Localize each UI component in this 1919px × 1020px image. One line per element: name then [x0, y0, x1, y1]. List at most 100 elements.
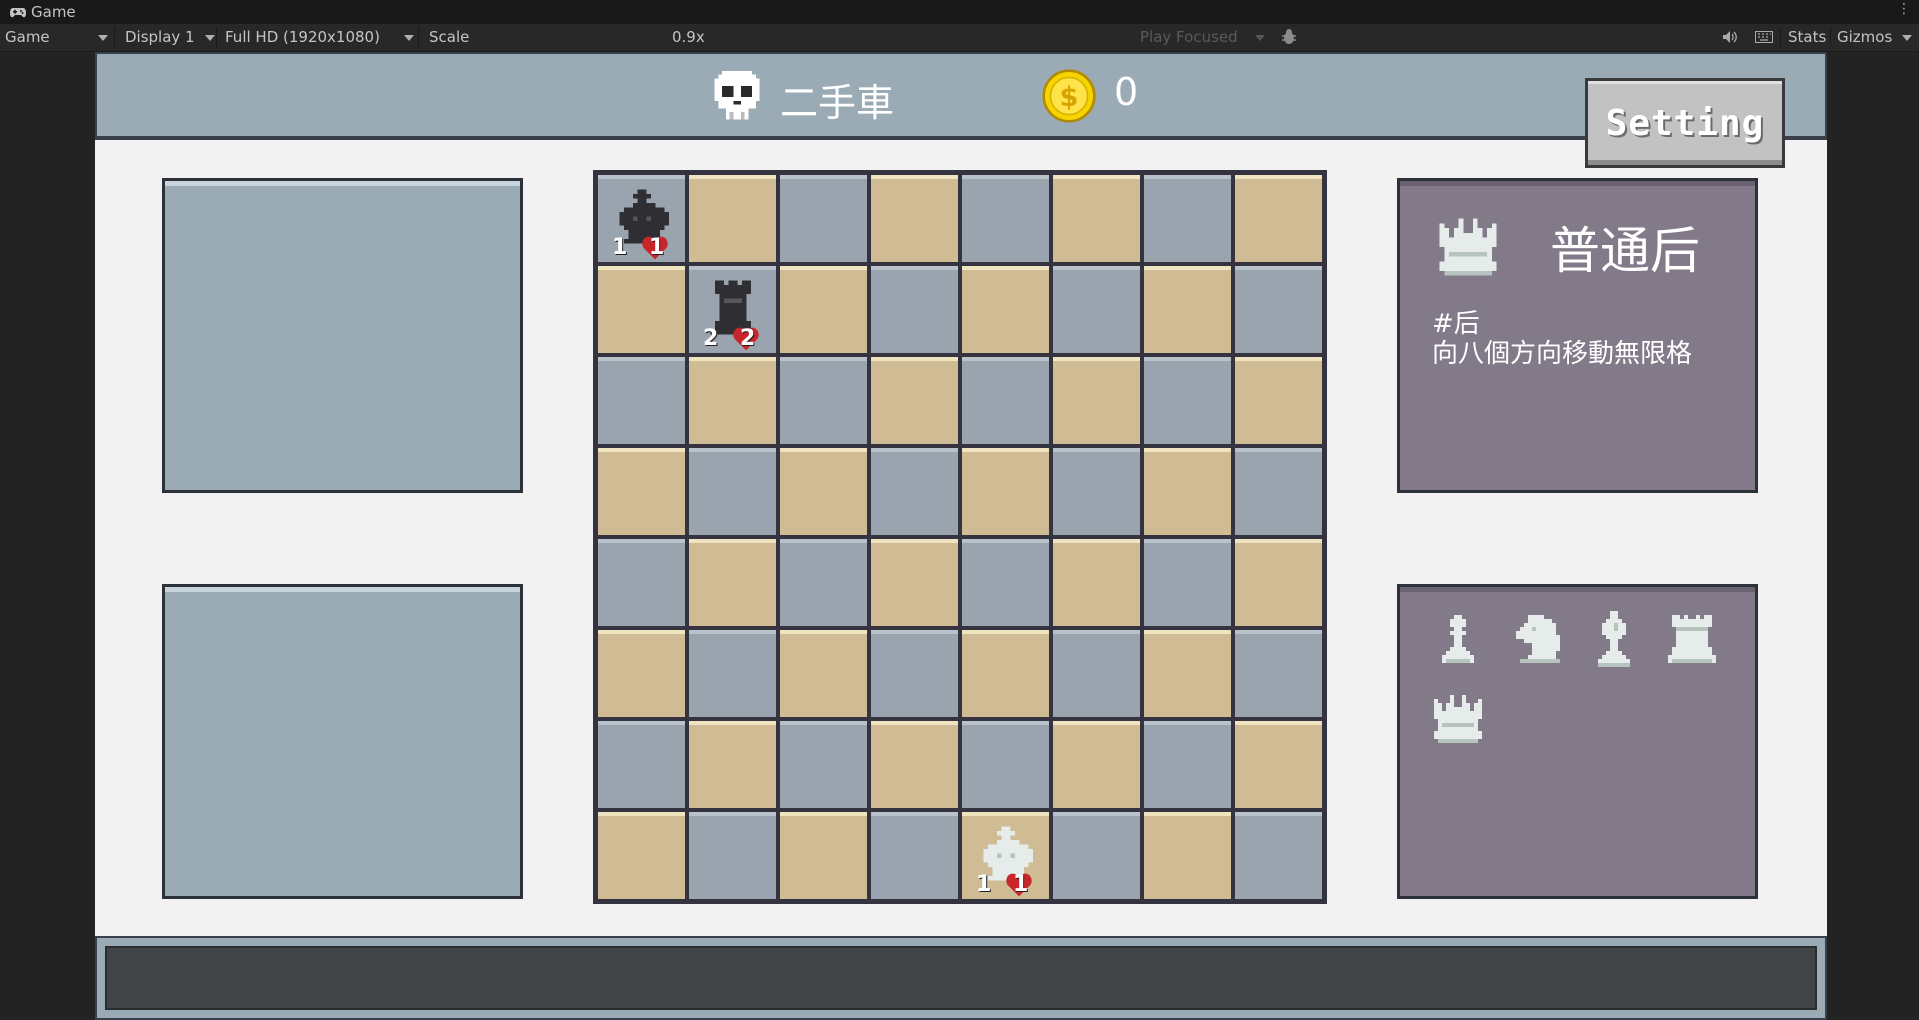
board-square[interactable]	[780, 812, 867, 899]
board-square[interactable]	[689, 448, 776, 535]
play-mode-dropdown[interactable]: Play Focused	[1140, 27, 1238, 47]
bug-icon[interactable]	[1280, 27, 1298, 47]
board-square[interactable]	[871, 630, 958, 717]
board-square[interactable]	[598, 812, 685, 899]
board-square[interactable]	[1144, 357, 1231, 444]
queen-icon[interactable]	[1426, 687, 1490, 751]
board-square[interactable]	[1235, 812, 1322, 899]
board-square[interactable]	[598, 357, 685, 444]
board-square[interactable]	[1053, 539, 1140, 626]
board-square[interactable]	[1144, 812, 1231, 899]
board-square[interactable]	[962, 630, 1049, 717]
board-square[interactable]	[871, 448, 958, 535]
keyboard-icon[interactable]	[1755, 27, 1773, 47]
board-square[interactable]	[962, 357, 1049, 444]
board-square[interactable]	[871, 175, 958, 262]
piece-info-title: 普通后	[1550, 222, 1700, 280]
board-square[interactable]	[1144, 448, 1231, 535]
bishop-icon[interactable]	[1582, 607, 1646, 671]
board-square[interactable]	[1235, 539, 1322, 626]
hp-value: 1	[1013, 872, 1029, 897]
game-viewport: 二手車 $ 0 Setting 112211 普通后 #后 向八個方向移動無限格	[95, 52, 1827, 1020]
board-square[interactable]	[780, 539, 867, 626]
skull-icon	[714, 70, 760, 120]
chevron-down-icon	[1902, 35, 1912, 41]
board-square[interactable]	[1053, 357, 1140, 444]
board-square[interactable]: 22	[689, 266, 776, 353]
play-mode-label: Play Focused	[1140, 28, 1238, 46]
gamepad-icon	[10, 7, 26, 17]
game-tab[interactable]: Game	[10, 3, 76, 21]
board-square[interactable]	[871, 812, 958, 899]
speaker-icon[interactable]	[1722, 27, 1738, 47]
rook-icon[interactable]	[1660, 607, 1724, 671]
board-square[interactable]	[689, 812, 776, 899]
board-square[interactable]	[1053, 630, 1140, 717]
board-square[interactable]	[1144, 175, 1231, 262]
board-square[interactable]	[780, 448, 867, 535]
resolution-dropdown[interactable]: Full HD (1920x1080)	[225, 27, 380, 47]
chevron-down-icon	[98, 35, 108, 41]
board-square[interactable]	[780, 357, 867, 444]
board-square[interactable]	[1144, 630, 1231, 717]
display-dropdown[interactable]: Display 1	[125, 27, 195, 47]
display-mode-label: Game	[5, 28, 50, 46]
piece-info-panel: 普通后 #后 向八個方向移動無限格	[1397, 178, 1758, 493]
board-square[interactable]	[1144, 539, 1231, 626]
board-square[interactable]	[689, 357, 776, 444]
board-square[interactable]	[962, 266, 1049, 353]
chevron-down-icon	[1255, 35, 1265, 41]
gizmos-button[interactable]: Gizmos	[1837, 27, 1892, 47]
board-square[interactable]	[1235, 448, 1322, 535]
board-square[interactable]	[1144, 721, 1231, 808]
board-square[interactable]	[598, 721, 685, 808]
board-square[interactable]	[1053, 721, 1140, 808]
display-mode-dropdown[interactable]: Game	[5, 27, 50, 47]
board-square[interactable]	[962, 175, 1049, 262]
attack-value: 1	[612, 235, 628, 260]
board-square[interactable]	[962, 721, 1049, 808]
board-square[interactable]: 11	[598, 175, 685, 262]
editor-tab-bar: Game ⋮	[0, 0, 1919, 24]
board-square[interactable]	[1235, 630, 1322, 717]
board-square[interactable]	[689, 721, 776, 808]
board-square[interactable]	[598, 266, 685, 353]
board-square[interactable]	[780, 630, 867, 717]
stats-button[interactable]: Stats	[1788, 27, 1826, 47]
board-square[interactable]	[1144, 266, 1231, 353]
board-square[interactable]	[1235, 357, 1322, 444]
board-square[interactable]	[598, 630, 685, 717]
board-square[interactable]	[871, 721, 958, 808]
setting-button[interactable]: Setting	[1585, 78, 1785, 168]
board-square[interactable]	[962, 539, 1049, 626]
pawn-icon[interactable]	[1426, 607, 1490, 671]
board-square[interactable]	[780, 175, 867, 262]
board-square[interactable]	[598, 448, 685, 535]
board-square[interactable]	[871, 357, 958, 444]
board-square[interactable]	[1235, 175, 1322, 262]
board-square[interactable]	[780, 721, 867, 808]
toolbar-divider	[216, 27, 217, 47]
left-lower-panel	[162, 584, 523, 899]
board-square[interactable]	[780, 266, 867, 353]
board-square[interactable]	[1053, 266, 1140, 353]
board-grid: 112211	[598, 175, 1322, 899]
board-square[interactable]	[871, 266, 958, 353]
board-square[interactable]	[1235, 266, 1322, 353]
chevron-down-icon	[205, 35, 215, 41]
board-square[interactable]	[689, 539, 776, 626]
toolbar-divider	[114, 27, 115, 47]
board-square[interactable]	[1053, 812, 1140, 899]
board-square[interactable]	[689, 630, 776, 717]
board-square[interactable]	[1053, 448, 1140, 535]
board-square[interactable]	[1235, 721, 1322, 808]
knight-icon[interactable]	[1504, 607, 1568, 671]
board-square[interactable]	[1053, 175, 1140, 262]
board-square[interactable]	[598, 539, 685, 626]
board-square[interactable]: 11	[962, 812, 1049, 899]
board-square[interactable]	[689, 175, 776, 262]
more-icon[interactable]: ⋮	[1897, 1, 1911, 17]
board-square[interactable]	[871, 539, 958, 626]
hp-value: 1	[649, 235, 665, 260]
board-square[interactable]	[962, 448, 1049, 535]
